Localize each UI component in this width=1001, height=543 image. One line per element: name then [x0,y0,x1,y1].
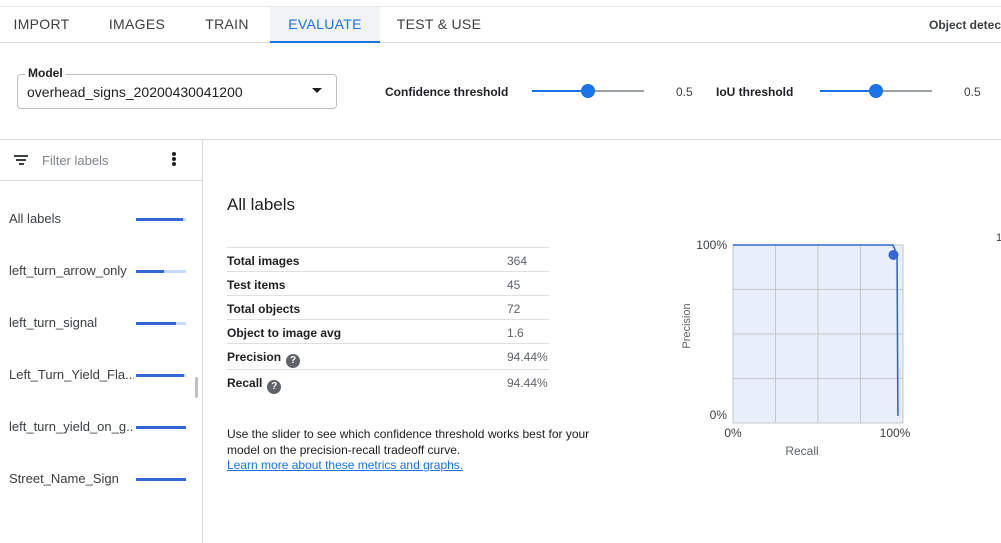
stat-value: 94.44% [507,350,548,364]
stat-value: 94.44% [507,376,548,390]
stat-name: Test items [227,278,286,292]
filter-icon[interactable] [14,155,28,165]
label-item-street-name-sign[interactable]: Street_Name_Sign [0,471,195,523]
model-type-label: Object detect [929,18,1001,32]
stat-row-total-images: Total images 364 [227,247,549,271]
iou-slider-thumb[interactable] [869,84,883,98]
confidence-threshold-slider[interactable] [532,84,644,98]
stat-value: 72 [507,302,521,316]
x-tick-label: 0% [724,426,742,440]
filter-labels-input[interactable] [42,150,157,170]
stat-name-wrap: Precision? [227,350,301,368]
stat-name: Recall [227,376,263,390]
stat-row-recall: Recall? 94.44% [227,369,549,395]
page-title: All labels [227,195,296,214]
label-score-bar [136,322,186,325]
stat-value: 364 [507,254,528,268]
help-icon[interactable]: ? [267,380,282,394]
iou-threshold-label: IoU threshold [716,85,794,99]
clipped-chart-label: 1 [996,232,1001,244]
label-item-left-turn-arrow-only[interactable]: left_turn_arrow_only [0,263,195,315]
help-icon[interactable]: ? [286,354,301,368]
stat-row-precision: Precision? 94.44% [227,343,549,369]
label-item-all-labels[interactable]: All labels [0,211,195,263]
iou-slider-fill [820,90,876,92]
filter-divider [0,180,202,181]
dropdown-arrow-icon[interactable] [312,88,322,93]
y-tick-label: 100% [696,238,727,252]
stats-table: Total images 364 Test items 45 Total obj… [227,247,549,395]
tab-test-and-use[interactable]: TEST & USE [393,7,485,43]
label-score-bar [136,478,186,481]
iou-threshold-slider[interactable] [820,84,932,98]
learn-more-link[interactable]: Learn more about these metrics and graph… [227,458,463,472]
more-vert-icon[interactable] [170,152,178,168]
label-name: left_turn_signal [9,315,98,330]
stat-value: 45 [507,278,521,292]
x-tick-label: 100% [880,426,911,440]
label-name: left_turn_arrow_only [9,263,127,278]
stat-name: Precision [227,350,282,364]
tab-evaluate[interactable]: EVALUATE [270,7,380,43]
label-item-left-turn-signal[interactable]: left_turn_signal [0,315,195,367]
label-list-scrollbar[interactable] [195,377,198,398]
x-axis-label: Recall [785,444,818,458]
confidence-threshold-value: 0.5 [676,85,693,99]
y-tick-label: 0% [710,408,728,422]
label-name: All labels [9,211,62,226]
stat-name: Total images [227,254,300,268]
stat-value: 1.6 [507,326,524,340]
stat-row-total-objects: Total objects 72 [227,295,549,319]
threshold-point [888,249,899,260]
tab-bar: IMPORT IMAGES TRAIN EVALUATE TEST & USE … [0,6,1001,43]
precision-recall-chart: 100% 0% 0% 100% Recall Precision [681,238,911,458]
iou-threshold-value: 0.5 [964,85,981,99]
stat-name: Total objects [227,302,301,316]
stat-name: Object to image avg [227,326,342,340]
tab-train[interactable]: TRAIN [194,7,260,43]
label-score-bar [136,270,186,273]
stat-row-object-to-image-avg: Object to image avg 1.6 [227,319,549,343]
tab-images[interactable]: IMAGES [95,7,179,43]
label-name: left_turn_yield_on_g... [9,419,134,434]
threshold-help-text: Use the slider to see which confidence t… [227,427,590,457]
stat-row-test-items: Test items 45 [227,271,549,295]
label-score-bar [136,426,186,429]
label-item-left-turn-yield-on-green[interactable]: left_turn_yield_on_g... [0,419,195,471]
label-name: Street_Name_Sign [9,471,119,486]
model-select-value: overhead_signs_20200430041200 [27,84,243,100]
confidence-slider-thumb[interactable] [581,84,595,98]
label-score-bar [136,374,186,377]
label-name: Left_Turn_Yield_Fla... [9,367,134,382]
stat-name-wrap: Recall? [227,376,282,394]
label-item-left-turn-yield-flashing[interactable]: Left_Turn_Yield_Fla... [0,367,195,419]
tab-import[interactable]: IMPORT [0,7,83,43]
y-axis-label: Precision [681,303,693,348]
confidence-slider-fill [532,90,588,92]
label-score-bar [136,218,186,221]
confidence-threshold-label: Confidence threshold [385,85,509,99]
model-select-label: Model [25,66,66,80]
